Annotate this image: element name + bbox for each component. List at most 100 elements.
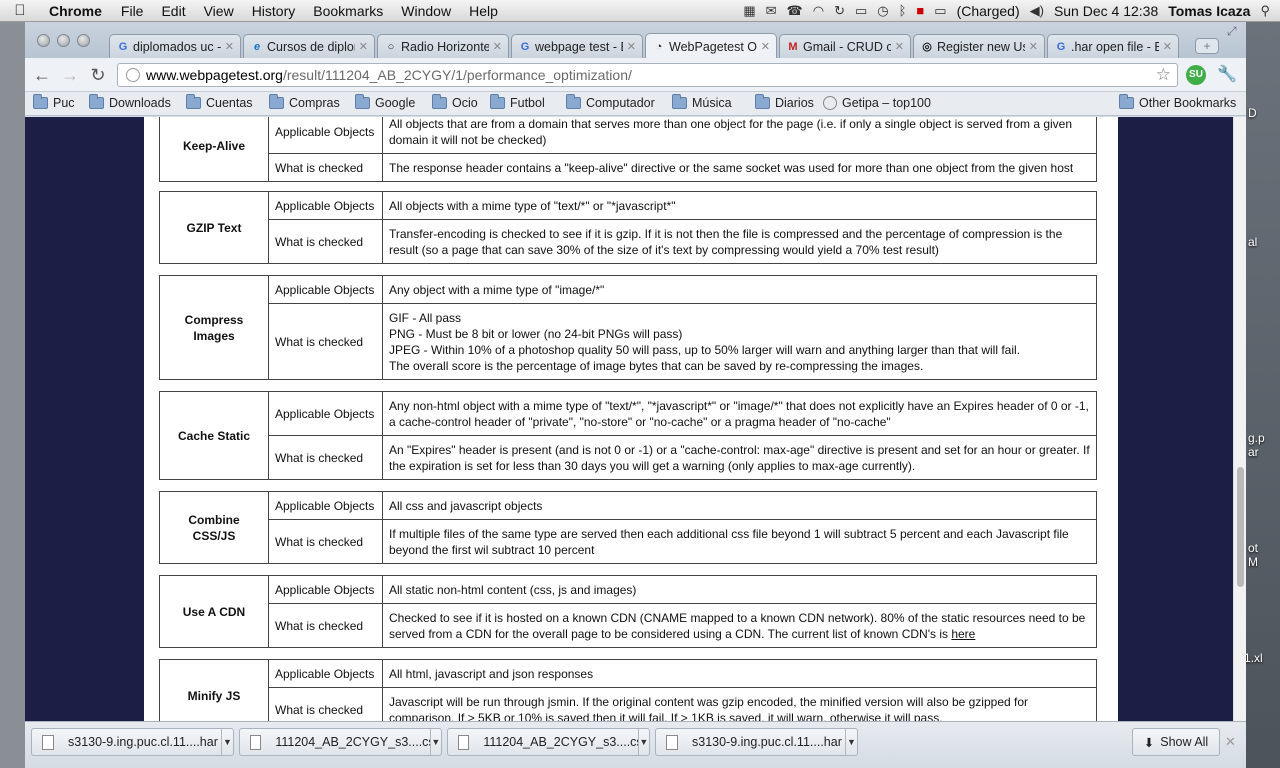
download-menu-caret-icon[interactable]: ▼ [221, 729, 233, 755]
desktop-icon-label[interactable]: ot [1248, 541, 1258, 555]
tab-radio-horizonte[interactable]: ○ Radio Horizonte ✕ [377, 34, 509, 58]
download-filename: 111204_AB_2CYGY_s3....csv [483, 735, 638, 749]
scrollbar-thumb[interactable] [1237, 467, 1244, 587]
new-tab-button[interactable]: + [1195, 38, 1219, 54]
bookmark-folder-diarios[interactable]: Diarios [755, 94, 814, 110]
close-tab-icon[interactable]: ✕ [1163, 40, 1172, 53]
battery-icon[interactable]: ▭ [934, 3, 946, 19]
bookmark-getipa[interactable]: Getipa – top100 [823, 96, 931, 110]
spotlight-search-icon[interactable]: ⚲ [1260, 3, 1270, 19]
description-line: All objects that are from a domain that … [389, 117, 1073, 147]
desktop-icon-label[interactable]: ar [1248, 445, 1259, 459]
show-all-downloads-button[interactable]: ⬇ Show All [1132, 728, 1220, 756]
bookmark-star-icon[interactable]: ☆ [1156, 65, 1171, 85]
close-tab-icon[interactable]: ✕ [225, 40, 234, 53]
volume-icon[interactable]: ◀) [1030, 3, 1044, 19]
calendar-icon[interactable]: ▦ [743, 3, 755, 19]
bookmark-folder-google[interactable]: Google [355, 94, 415, 110]
user-name[interactable]: Tomas Icaza [1168, 3, 1250, 19]
rule-row: Keep-Alive Applicable Objects All objects … [159, 117, 1097, 182]
page-viewport[interactable]: Keep-Alive Applicable Objects All objects … [25, 117, 1246, 721]
address-bar[interactable]: www.webpagetest.org/result/111204_AB_2CY… [117, 63, 1178, 87]
desktop-icon-label[interactable]: 1.xl [1244, 651, 1263, 665]
app-menu[interactable]: Chrome [40, 3, 112, 19]
close-tab-icon[interactable]: ✕ [895, 40, 904, 53]
apple-menu-icon[interactable]:  [0, 2, 40, 19]
cdn-list-link[interactable]: here [951, 627, 975, 641]
tab-webpagetest-active[interactable]: ◔ WebPagetest Op ✕ [645, 33, 777, 59]
desktop-icon-label[interactable]: M [1248, 555, 1258, 569]
fullscreen-icon[interactable]: ⤢ [1227, 24, 1237, 39]
tab-title: WebPagetest Op [669, 39, 757, 54]
time-machine-icon[interactable]: ◷ [877, 3, 888, 19]
download-filename: s3130-9.ing.puc.cl.11....har [68, 735, 218, 749]
menu-history[interactable]: History [243, 3, 305, 19]
tab-diplomados[interactable]: G diplomados uc - ✕ [109, 34, 241, 58]
desktop-icon-label[interactable]: al [1248, 235, 1257, 249]
ie-favicon-icon: e [253, 40, 261, 53]
menu-view[interactable]: View [195, 3, 243, 19]
desktop-icon-label[interactable]: g.p [1248, 431, 1265, 445]
tab-gmail[interactable]: M Gmail - CRUD co ✕ [779, 34, 911, 58]
download-item[interactable]: s3130-9.ing.puc.cl.11....har ▼ [31, 728, 234, 756]
bookmark-folder-ocio[interactable]: Ocio [432, 94, 478, 110]
tab-webpage-test-search[interactable]: G webpage test - B ✕ [511, 34, 643, 58]
menu-bookmarks[interactable]: Bookmarks [304, 3, 392, 19]
back-button[interactable]: ← [31, 64, 53, 86]
minimize-window-button[interactable] [57, 34, 70, 47]
close-shelf-icon[interactable]: ✕ [1225, 734, 1236, 750]
bookmark-label: Getipa – top100 [842, 96, 931, 110]
close-tab-icon[interactable]: ✕ [359, 40, 368, 53]
bookmark-folder-cuentas[interactable]: Cuentas [186, 94, 253, 110]
menu-edit[interactable]: Edit [152, 3, 194, 19]
bluetooth-icon[interactable]: ᛒ [899, 3, 907, 18]
bookmark-folder-other[interactable]: Other Bookmarks [1119, 94, 1236, 110]
menu-file[interactable]: File [112, 3, 153, 19]
download-menu-caret-icon[interactable]: ▼ [637, 729, 649, 755]
bookmark-folder-futbol[interactable]: Futbol [490, 94, 545, 110]
download-menu-caret-icon[interactable]: ▼ [845, 729, 857, 755]
mail-icon[interactable]: ✉ [766, 3, 777, 19]
stumbleupon-extension-icon[interactable]: SU [1186, 65, 1206, 85]
forward-button[interactable]: → [59, 64, 81, 86]
download-item[interactable]: 111204_AB_2CYGY_s3....csv ▼ [239, 728, 442, 756]
close-tab-icon[interactable]: ✕ [493, 40, 502, 53]
bookmark-folder-musica[interactable]: Música [672, 94, 732, 110]
desktop-icon-label[interactable]: D [1248, 106, 1257, 120]
download-item[interactable]: s3130-9.ing.puc.cl.11....har ▼ [655, 728, 858, 756]
wrench-menu-icon[interactable]: 🔧 [1216, 64, 1238, 86]
zoom-window-button[interactable] [77, 34, 90, 47]
description-line: PNG - Must be 8 bit or lower (no 24-bit … [389, 326, 683, 341]
reload-button[interactable]: ↻ [87, 64, 109, 86]
bookmark-folder-compras[interactable]: Compras [269, 94, 340, 110]
bookmark-folder-downloads[interactable]: Downloads [89, 94, 171, 110]
phone-icon[interactable]: ☎ [787, 3, 803, 19]
download-filename: s3130-9.ing.puc.cl.11....har [692, 735, 842, 749]
close-tab-icon[interactable]: ✕ [1029, 40, 1038, 53]
menu-window[interactable]: Window [392, 3, 460, 19]
input-source-flag-icon[interactable]: ■ [916, 3, 924, 18]
clock[interactable]: Sun Dec 4 12:38 [1054, 3, 1158, 19]
sync-icon[interactable]: ↻ [834, 3, 845, 19]
close-tab-icon[interactable]: ✕ [627, 40, 636, 53]
download-menu-caret-icon[interactable]: ▼ [429, 729, 441, 755]
bookmark-label: Futbol [510, 96, 545, 110]
file-icon [666, 734, 678, 750]
display-icon[interactable]: ▭ [855, 3, 867, 19]
rule-row-label: What is checked [268, 435, 383, 480]
tab-register-user[interactable]: ◎ Register new Use ✕ [913, 34, 1045, 58]
folder-icon [432, 94, 447, 109]
bookmark-folder-computador[interactable]: Computador [566, 94, 655, 110]
rule-name: Minify JS [159, 659, 269, 721]
battery-status[interactable]: (Charged) [957, 3, 1020, 19]
bookmark-folder-puc[interactable]: Puc [33, 94, 75, 110]
google-favicon-icon: G [118, 40, 128, 53]
tab-cursos[interactable]: e Cursos de diplom ✕ [243, 34, 375, 58]
close-tab-icon[interactable]: ✕ [761, 40, 770, 53]
vertical-scrollbar[interactable] [1233, 117, 1246, 721]
tab-har-open-file[interactable]: G .har open file - B ✕ [1047, 34, 1179, 58]
menu-help[interactable]: Help [460, 3, 507, 19]
download-item[interactable]: 111204_AB_2CYGY_s3....csv ▼ [447, 728, 650, 756]
wifi-icon[interactable]: ◠ [813, 3, 824, 19]
close-window-button[interactable] [37, 34, 50, 47]
